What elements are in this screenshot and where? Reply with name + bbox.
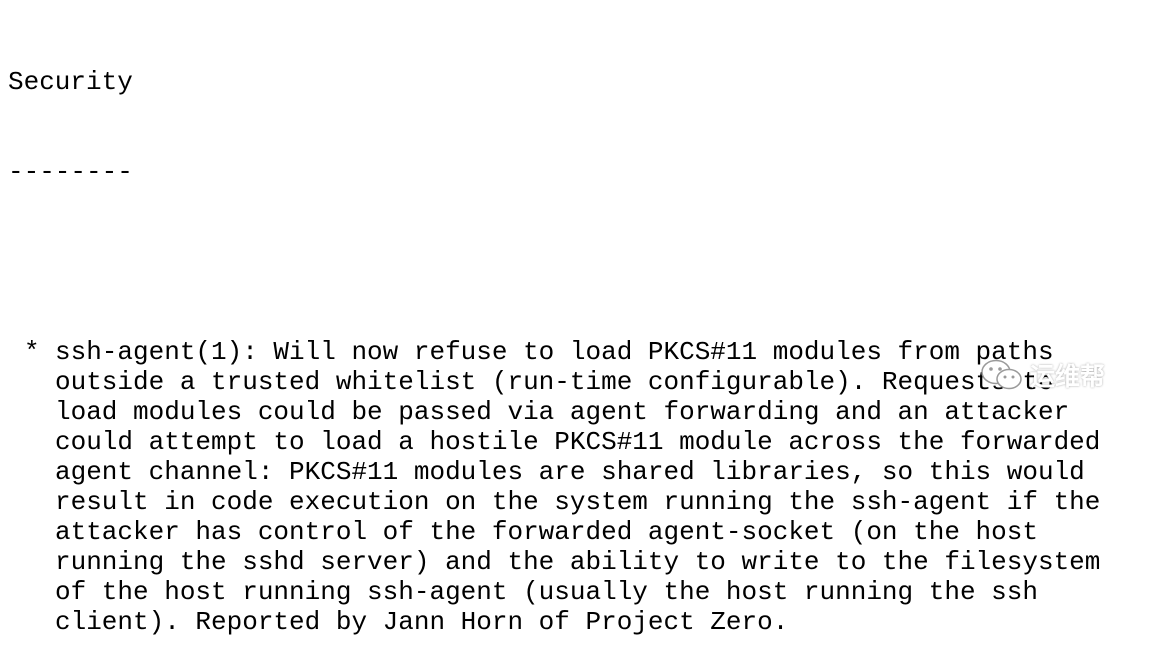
item-line: ssh-agent(1): Will now refuse to load PK… bbox=[55, 337, 1054, 367]
item-line: of the host running ssh-agent (usually t… bbox=[55, 577, 1038, 607]
bullet: * bbox=[24, 337, 40, 367]
wechat-icon bbox=[980, 358, 1024, 392]
section-underline: -------- bbox=[8, 157, 133, 187]
watermark: 运维帮 bbox=[980, 357, 1105, 393]
document-body: Security -------- * ssh-agent(1): Will n… bbox=[8, 7, 1138, 667]
watermark-text: 运维帮 bbox=[1030, 362, 1106, 391]
item-line: attacker has control of the forwarded ag… bbox=[55, 517, 1038, 547]
item-line: running the sshd server) and the ability… bbox=[55, 547, 1101, 577]
section-title: Security bbox=[8, 67, 133, 97]
item-text: ssh-agent(1): Will now refuse to load PK… bbox=[55, 337, 1100, 637]
item-line: outside a trusted whitelist (run-time co… bbox=[55, 367, 1054, 397]
list-item: * ssh-agent(1): Will now refuse to load … bbox=[8, 337, 1138, 637]
item-line: result in code execution on the system r… bbox=[55, 487, 1101, 517]
item-line: could attempt to load a hostile PKCS#11 … bbox=[55, 427, 1101, 457]
item-line: load modules could be passed via agent f… bbox=[55, 397, 1070, 427]
item-line: agent channel: PKCS#11 modules are share… bbox=[55, 457, 1085, 487]
item-line: client). Reported by Jann Horn of Projec… bbox=[55, 607, 789, 637]
